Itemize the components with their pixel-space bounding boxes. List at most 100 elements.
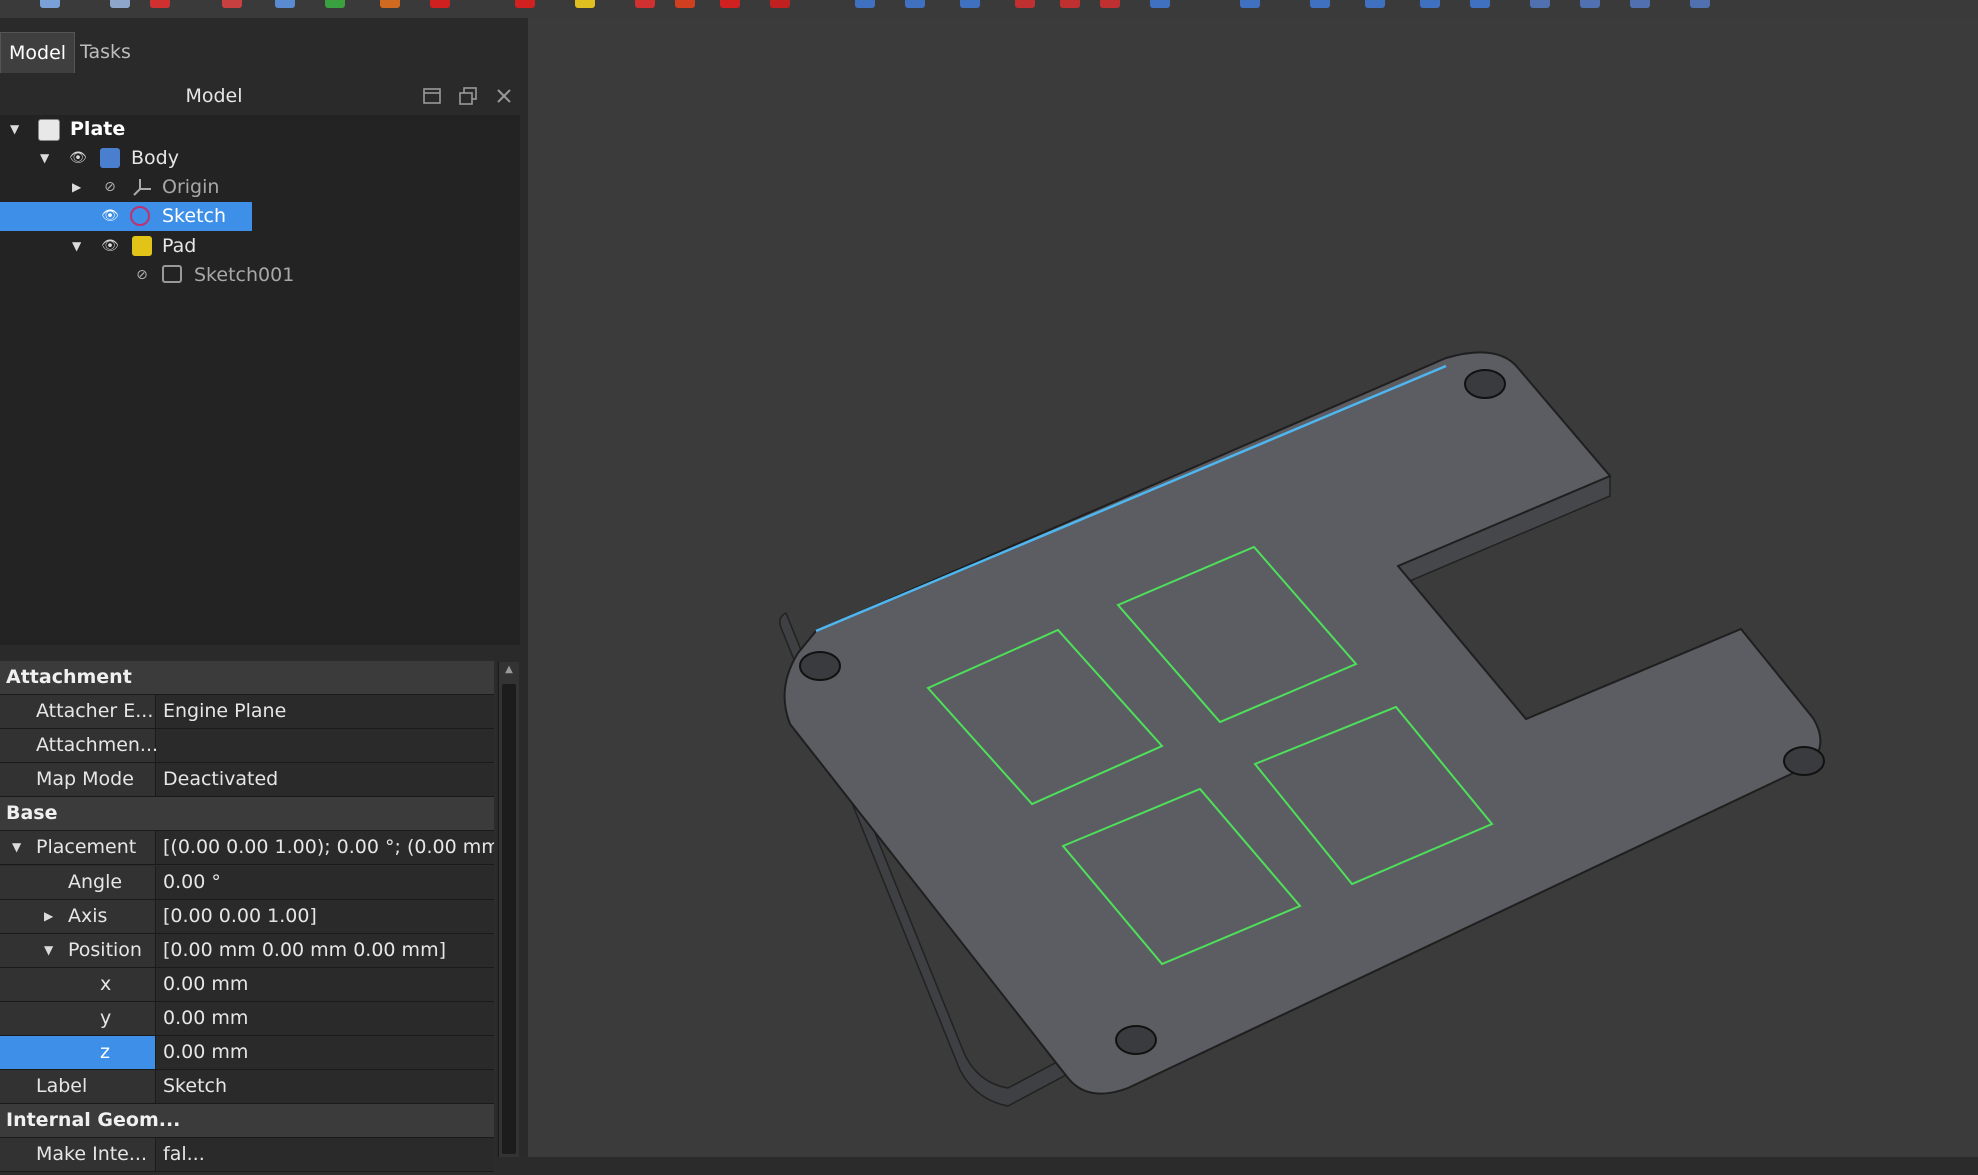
prop-row-label[interactable]: Label Sketch	[0, 1070, 494, 1104]
toolbar-icon[interactable]	[770, 0, 790, 8]
toolbar-icon[interactable]	[675, 0, 695, 8]
toolbar-icon[interactable]	[40, 0, 60, 8]
main-toolbar	[0, 0, 1978, 19]
expand-arrow-icon[interactable]: ▶	[44, 900, 58, 933]
toolbar-icon[interactable]	[1530, 0, 1550, 8]
prop-value[interactable]: 0.00 mm	[157, 1036, 494, 1069]
toolbar-icon[interactable]	[380, 0, 400, 8]
toolbar-icon[interactable]	[635, 0, 655, 8]
toolbar-icon[interactable]	[1365, 0, 1385, 8]
toolbar-icon[interactable]	[1690, 0, 1710, 8]
toolbar-icon[interactable]	[1310, 0, 1330, 8]
prop-row-placement[interactable]: ▼ Placement [(0.00 0.00 1.00); 0.00 °; (…	[0, 831, 494, 865]
toolbar-icon[interactable]	[1420, 0, 1440, 8]
prop-value[interactable]: 0.00 °	[157, 866, 494, 899]
prop-row-y[interactable]: y 0.00 mm	[0, 1002, 494, 1036]
toolbar-icon[interactable]	[110, 0, 130, 8]
toolbar-icon[interactable]	[1015, 0, 1035, 8]
toolbar-icon[interactable]	[1580, 0, 1600, 8]
tree-item-plate[interactable]: ▼ Plate	[0, 115, 520, 143]
3d-viewport[interactable]	[528, 18, 1978, 1157]
property-editor: Attachment Attacher E... Engine Plane At…	[0, 661, 496, 1175]
prop-row-z[interactable]: z 0.00 mm	[0, 1036, 494, 1070]
dock-icon[interactable]	[422, 86, 442, 106]
scroll-up-icon[interactable]: ▲	[499, 664, 519, 675]
prop-group-attachment[interactable]: Attachment	[0, 661, 494, 695]
prop-row-x[interactable]: x 0.00 mm	[0, 968, 494, 1002]
prop-row-make-internals[interactable]: Make Inte... fal...	[0, 1138, 494, 1172]
tab-model[interactable]: Model	[0, 32, 76, 73]
float-icon[interactable]	[458, 86, 478, 106]
sketch-icon	[130, 206, 150, 226]
prop-value[interactable]: Sketch	[157, 1070, 494, 1103]
hidden-eye-icon[interactable]: ⊘	[100, 173, 120, 201]
tree-item-pad[interactable]: ▼ 👁 Pad	[0, 232, 520, 260]
toolbar-icon[interactable]	[1150, 0, 1170, 8]
toolbar-icon[interactable]	[1240, 0, 1260, 8]
tree-item-origin[interactable]: ▶ ⊘ Origin	[0, 173, 520, 201]
toolbar-icon[interactable]	[150, 0, 170, 8]
prop-row-axis[interactable]: ▶ Axis [0.00 0.00 1.00]	[0, 900, 494, 934]
prop-group-base[interactable]: Base	[0, 797, 494, 831]
prop-name: Position	[68, 939, 142, 961]
expand-arrow-icon[interactable]: ▶	[72, 173, 86, 201]
prop-value[interactable]: [(0.00 0.00 1.00); 0.00 °; (0.00 mm 0...	[157, 831, 494, 864]
toolbar-icon[interactable]	[1630, 0, 1650, 8]
hidden-eye-icon[interactable]: ⊘	[132, 261, 152, 289]
plate-top-face	[783, 351, 1822, 1095]
collapse-arrow-icon[interactable]: ▼	[40, 144, 54, 172]
visibility-eye-icon[interactable]: 👁	[68, 144, 88, 172]
prop-value[interactable]: 0.00 mm	[157, 968, 494, 1001]
prop-value[interactable]: Deactivated	[157, 763, 494, 796]
toolbar-icon[interactable]	[325, 0, 345, 8]
toolbar-icon[interactable]	[1470, 0, 1490, 8]
toolbar-icon[interactable]	[515, 0, 535, 8]
tree-item-sketch001[interactable]: ⊘ Sketch001	[0, 261, 520, 289]
tree-item-sketch[interactable]: 👁 Sketch	[0, 202, 252, 230]
visibility-eye-icon[interactable]: 👁	[100, 232, 120, 260]
close-icon[interactable]	[494, 86, 514, 106]
toolbar-icon[interactable]	[1060, 0, 1080, 8]
body-icon	[100, 148, 120, 168]
plate-model-render[interactable]	[528, 18, 1978, 1157]
prop-row-position[interactable]: ▼ Position [0.00 mm 0.00 mm 0.00 mm]	[0, 934, 494, 968]
toolbar-icon[interactable]	[275, 0, 295, 8]
prop-value[interactable]: [0.00 0.00 1.00]	[157, 900, 494, 933]
prop-name: x	[100, 973, 112, 995]
prop-group-internal-geometry[interactable]: Internal Geom...	[0, 1104, 494, 1138]
tree-label-body: Body	[131, 147, 179, 169]
group-label: Attachment	[6, 666, 132, 688]
toolbar-icon[interactable]	[855, 0, 875, 8]
prop-value[interactable]	[157, 729, 494, 762]
prop-value[interactable]: fal...	[157, 1138, 494, 1171]
collapse-arrow-icon[interactable]: ▼	[10, 115, 24, 143]
prop-row-attacher-engine[interactable]: Attacher E... Engine Plane	[0, 695, 494, 729]
visibility-eye-icon[interactable]: 👁	[100, 202, 120, 230]
toolbar-icon[interactable]	[960, 0, 980, 8]
prop-row-angle[interactable]: Angle 0.00 °	[0, 866, 494, 900]
prop-name: z	[100, 1041, 110, 1063]
collapse-arrow-icon[interactable]: ▼	[72, 232, 86, 260]
tab-tasks[interactable]: Tasks	[72, 32, 139, 72]
property-scrollbar[interactable]: ▲	[498, 662, 519, 1157]
toolbar-icon[interactable]	[905, 0, 925, 8]
prop-value[interactable]: Engine Plane	[157, 695, 494, 728]
prop-name: Attachmen...	[36, 734, 159, 756]
toolbar-icon[interactable]	[222, 0, 242, 8]
toolbar-icon[interactable]	[430, 0, 450, 8]
toolbar-icon[interactable]	[1100, 0, 1120, 8]
prop-row-map-mode[interactable]: Map Mode Deactivated	[0, 763, 494, 797]
toolbar-icon[interactable]	[575, 0, 595, 8]
prop-name: Axis	[68, 905, 108, 927]
group-label: Base	[6, 802, 58, 824]
prop-value[interactable]: [0.00 mm 0.00 mm 0.00 mm]	[157, 934, 494, 967]
scrollbar-thumb[interactable]	[502, 684, 516, 1154]
collapse-arrow-icon[interactable]: ▼	[44, 934, 58, 967]
prop-value[interactable]: 0.00 mm	[157, 1002, 494, 1035]
origin-axes-icon	[132, 177, 152, 197]
prop-row-attachment[interactable]: Attachmen...	[0, 729, 494, 763]
collapse-arrow-icon[interactable]: ▼	[12, 831, 26, 864]
prop-name: Attacher E...	[36, 700, 154, 722]
tree-item-body[interactable]: ▼ 👁 Body	[0, 144, 520, 172]
toolbar-icon[interactable]	[720, 0, 740, 8]
